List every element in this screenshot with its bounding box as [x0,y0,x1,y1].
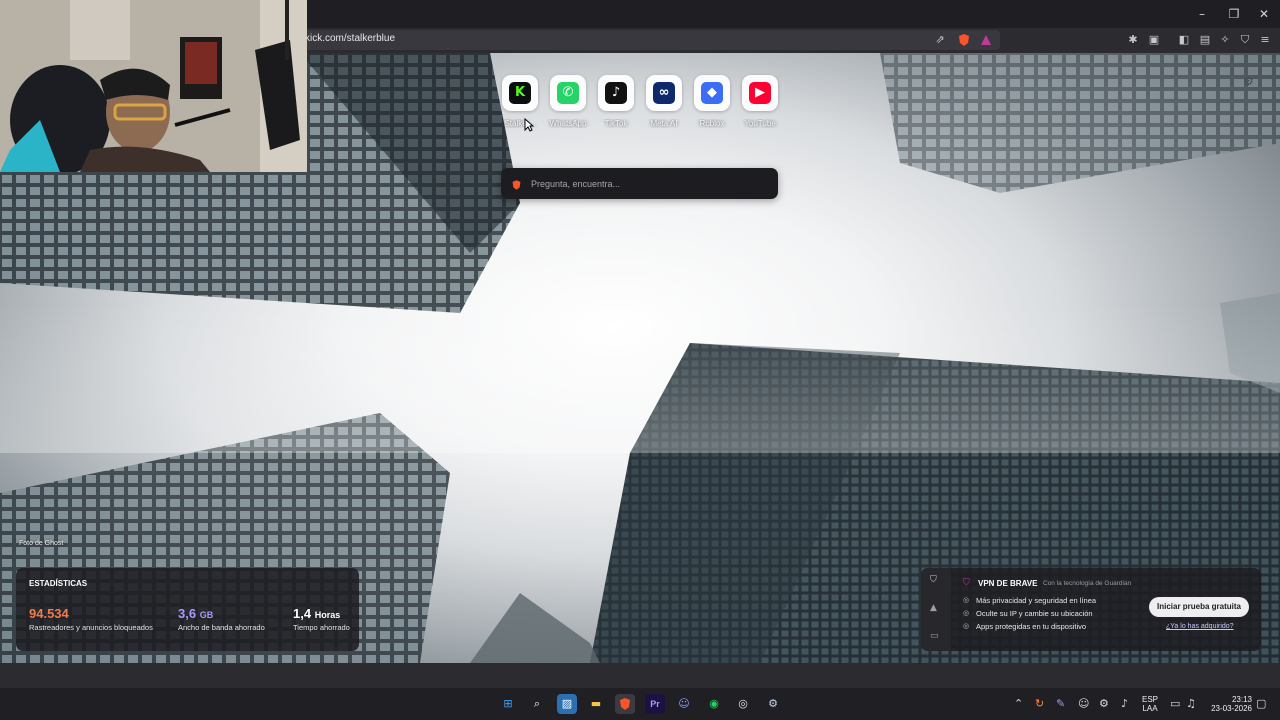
extensions-icon[interactable]: ✱ [1126,33,1140,47]
language-indicator[interactable]: ESP LAA [1138,695,1162,713]
screenshot-icon[interactable]: ▣ [1147,33,1161,47]
premiere-pro-icon[interactable]: Pr [645,694,665,714]
language-code: ESP [1141,695,1158,704]
tiktok-icon: ♪ [605,82,627,104]
webcam-overlay [0,0,307,172]
clock[interactable]: 23:13 23-03-2026 [1200,695,1252,713]
url-text[interactable]: kick.com/stalkerblue [305,33,395,44]
sidebar-icon[interactable]: ◧ [1177,33,1191,47]
spotify-icon[interactable]: ◉ [704,694,724,714]
trackers-blocked-label: Rastreadores y anuncios bloqueados [29,623,153,632]
stats-title: ESTADÍSTICAS [29,579,88,588]
top-site-tile[interactable]: K [502,75,538,111]
roblox-icon: ◆ [701,82,723,104]
brave-rewards-icon[interactable] [979,33,993,47]
show-hidden-icons-icon[interactable]: ⌃ [1014,697,1023,710]
clock-date: 23-03-2026 [1211,704,1252,713]
address-bar[interactable] [300,30,1000,50]
obs-icon[interactable]: ◎ [733,694,753,714]
close-button[interactable]: ✕ [1253,5,1275,23]
kick-icon: K [509,82,531,104]
brave-search-icon [511,178,522,196]
trackers-blocked-value: 94.534 [29,606,69,621]
bandwidth-unit: GB [199,610,214,620]
discord-icon[interactable]: ☺ [674,694,694,714]
notifications-icon[interactable]: ▢ [1256,697,1266,710]
discord-tray-icon[interactable]: ☺ [1078,697,1089,710]
meta-icon: ∞ [653,82,675,104]
bandwidth-number: 3,6 [178,606,197,621]
time-number: 1,4 [293,606,312,621]
search-placeholder[interactable]: Pregunta, encuentra... [531,179,620,189]
check-icon: ◎ [963,622,970,630]
time-saved-label: Tiempo ahorrado [293,623,350,632]
rewards-tab-icon[interactable]: ▲ [930,603,937,613]
pen-icon[interactable]: ✎ [1056,697,1065,710]
start-trial-button[interactable]: Iniciar prueba gratuita [1149,597,1249,617]
vpn-tab-icon[interactable]: ⛉ [930,575,937,585]
minimize-button[interactable]: – [1191,5,1213,23]
top-site-tile[interactable]: ✆ [550,75,586,111]
vpn-feature: Más privacidad y seguridad en línea [976,596,1097,605]
share-icon[interactable]: ⇗ [933,33,947,47]
youtube-icon: ▶ [749,82,771,104]
time-unit: Horas [314,610,341,620]
check-icon: ◎ [963,609,970,617]
restore-button[interactable]: ❐ [1223,5,1245,23]
steam-tray-icon[interactable]: ⚙ [1099,697,1109,710]
top-site-tile[interactable]: ◆ [694,75,730,111]
vpn-feature: Oculte su IP y cambie su ubicación [976,609,1093,618]
top-site-tile[interactable]: ▶ [742,75,778,111]
cards-tab-icon[interactable]: ▭ [930,631,939,641]
brave-shields-icon[interactable] [957,33,971,47]
sync-icon[interactable]: ↻ [1035,697,1044,710]
vpn-title: VPN DE BRAVE [978,579,1038,588]
volume-icon[interactable]: ♫ [1186,697,1196,710]
top-site-tile[interactable]: ♪ [598,75,634,111]
gallery-icon[interactable]: ▨ [557,694,577,714]
already-purchased-link[interactable]: ¿Ya lo has adquirido? [1166,623,1234,630]
wallet-icon[interactable]: ▤ [1198,33,1212,47]
check-icon: ◎ [963,596,970,604]
mouse-cursor-icon [524,117,535,137]
top-site-label[interactable]: YouTube [730,119,790,128]
steam-icon[interactable]: ⚙ [763,694,783,714]
leo-ai-icon[interactable]: ✧ [1218,33,1232,47]
bandwidth-saved-label: Ancho de banda ahorrado [178,623,265,632]
microphone-icon[interactable]: ♪ [1121,697,1128,710]
search-icon[interactable]: ⌕ [527,694,547,714]
keyboard-layout: LAA [1142,704,1158,713]
status-bar [0,663,1280,688]
file-explorer-icon[interactable]: ▬ [586,694,606,714]
time-saved-value: 1,4 Horas [293,606,340,621]
top-site-tile[interactable]: ∞ [646,75,682,111]
vpn-subtitle: Con la tecnología de Guardian [1043,580,1132,587]
vpn-icon[interactable]: ⛉ [1238,33,1252,47]
bandwidth-saved-value: 3,6 GB [178,606,213,621]
vpn-feature: Apps protegidas en tu dispositivo [976,622,1087,631]
whatsapp-icon: ✆ [557,82,579,104]
customize-gear-icon[interactable]: ⚙ [1243,74,1257,88]
windows-start-icon[interactable]: ⊞ [498,694,518,714]
brave-browser-icon[interactable] [615,694,635,714]
photo-credit[interactable]: Foto de Ghost [19,540,63,547]
clock-time: 23:13 [1231,695,1252,704]
menu-icon[interactable]: ≡ [1258,33,1272,47]
network-icon[interactable]: ▭ [1170,697,1180,710]
vpn-shield-icon: ⛉ [963,578,970,588]
